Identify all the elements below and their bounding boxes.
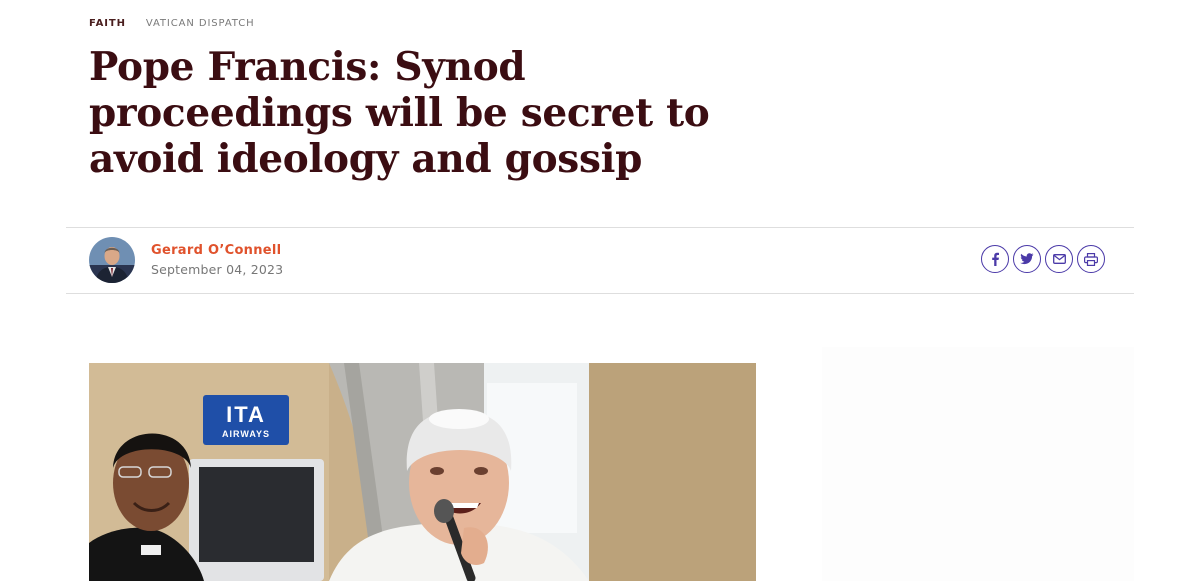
- breadcrumb: FAITH VATICAN DISPATCH: [89, 18, 255, 29]
- author-avatar[interactable]: [89, 237, 135, 283]
- twitter-share-button[interactable]: [1013, 245, 1041, 273]
- facebook-icon: [992, 252, 999, 266]
- hero-image: ITA AIRWAYS: [89, 363, 756, 581]
- print-button[interactable]: [1077, 245, 1105, 273]
- divider: [66, 293, 1134, 294]
- twitter-icon: [1020, 253, 1034, 265]
- share-bar: [981, 245, 1105, 273]
- publish-date: September 04, 2023: [151, 262, 284, 277]
- airways-sign-text: AIRWAYS: [222, 429, 270, 439]
- divider: [66, 227, 1134, 228]
- print-icon: [1084, 252, 1098, 266]
- email-share-button[interactable]: [1045, 245, 1073, 273]
- ita-sign-text: ITA: [226, 402, 266, 427]
- facebook-share-button[interactable]: [981, 245, 1009, 273]
- article-headline: Pope Francis: Synod proceedings will be …: [89, 44, 710, 182]
- email-icon: [1052, 254, 1066, 264]
- breadcrumb-subsection-link[interactable]: VATICAN DISPATCH: [146, 18, 255, 29]
- author-name-link[interactable]: Gerard O’Connell: [151, 243, 281, 258]
- breadcrumb-section-link[interactable]: FAITH: [89, 18, 126, 29]
- sidebar-ad-placeholder: [822, 347, 1134, 581]
